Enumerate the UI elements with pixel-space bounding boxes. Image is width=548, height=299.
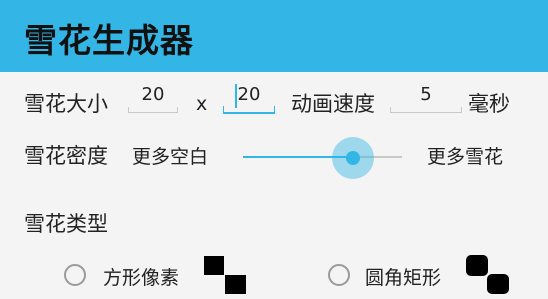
- anim-speed-label: 动画速度: [291, 92, 375, 116]
- anim-speed-input[interactable]: 5: [390, 84, 462, 113]
- text-cursor: [235, 84, 237, 108]
- size-separator: x: [196, 93, 208, 115]
- radio-square-pixel[interactable]: [64, 264, 86, 286]
- anim-speed-unit: 毫秒: [468, 92, 510, 116]
- option-rounded-rect-label[interactable]: 圆角矩形: [365, 263, 441, 290]
- density-label: 雪花密度: [24, 144, 108, 168]
- snow-height-value: 20: [237, 84, 261, 105]
- snow-width-input[interactable]: 20: [128, 84, 178, 113]
- option-square-pixel-label[interactable]: 方形像素: [103, 263, 179, 290]
- app-title: 雪花生成器: [24, 21, 194, 60]
- snow-type-label: 雪花类型: [24, 212, 108, 236]
- app-header: 雪花生成器: [0, 0, 548, 72]
- density-max-label: 更多雪花: [427, 146, 504, 168]
- snow-size-label: 雪花大小: [24, 92, 108, 116]
- density-min-label: 更多空白: [132, 146, 209, 168]
- snow-height-input[interactable]: 20: [223, 84, 275, 114]
- density-slider-thumb[interactable]: [346, 151, 360, 165]
- rounded-rect-preview-icon: [466, 255, 509, 294]
- radio-rounded-rect[interactable]: [328, 264, 350, 286]
- square-pixel-preview-icon: [204, 256, 246, 294]
